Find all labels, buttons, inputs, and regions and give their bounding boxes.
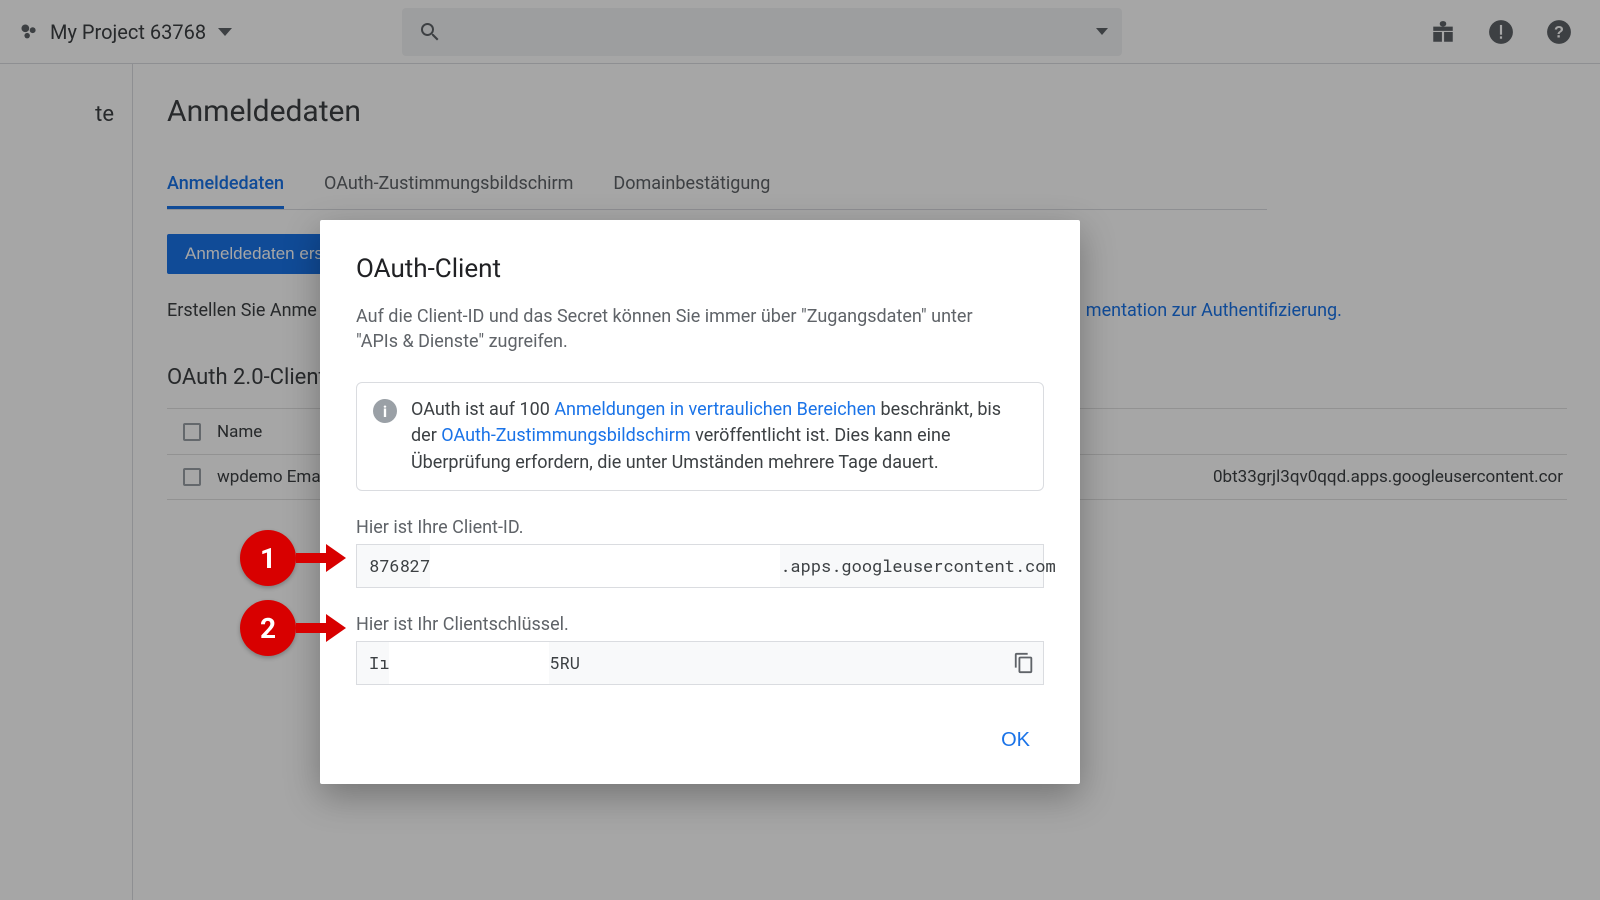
client-id-value-right: .apps.googleusercontent.com bbox=[780, 554, 1055, 577]
ok-button[interactable]: OK bbox=[987, 721, 1044, 760]
modal-actions: OK bbox=[356, 721, 1044, 760]
client-secret-label: Hier ist Ihr Clientschlüssel. bbox=[356, 614, 1044, 635]
client-id-label: Hier ist Ihre Client-ID. bbox=[356, 517, 1044, 538]
info-box: i OAuth ist auf 100 Anmeldungen in vertr… bbox=[356, 382, 1044, 490]
redacted-area bbox=[430, 545, 780, 587]
redacted-area bbox=[389, 642, 549, 684]
client-id-value-left: 876827 bbox=[369, 554, 430, 577]
client-secret-field: Iı 5RU bbox=[356, 641, 1044, 685]
info-text: OAuth ist auf 100 Anmeldungen in vertrau… bbox=[411, 397, 1023, 475]
client-id-field: 876827 .apps.googleusercontent.com bbox=[356, 544, 1044, 588]
client-secret-value-left: Iı bbox=[369, 651, 389, 674]
consent-screen-link[interactable]: OAuth-Zustimmungsbildschirm bbox=[441, 425, 690, 446]
sensitive-scopes-link[interactable]: Anmeldungen in vertraulichen Bereichen bbox=[554, 399, 876, 420]
modal-title: OAuth-Client bbox=[356, 254, 1044, 284]
oauth-client-modal: OAuth-Client Auf die Client-ID und das S… bbox=[320, 220, 1080, 784]
info-icon: i bbox=[373, 399, 397, 423]
modal-subtitle: Auf die Client-ID und das Secret können … bbox=[356, 304, 996, 354]
copy-icon[interactable] bbox=[1013, 652, 1035, 674]
client-secret-value-right: 5RU bbox=[549, 651, 580, 674]
